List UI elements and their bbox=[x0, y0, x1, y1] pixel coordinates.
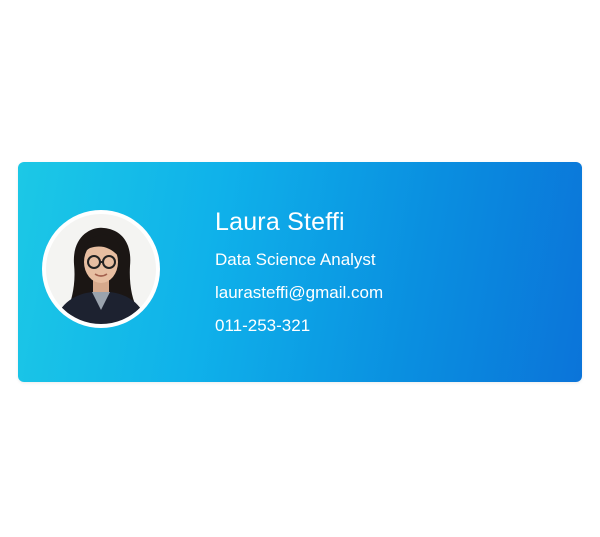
profile-email[interactable]: laurasteffi@gmail.com bbox=[215, 283, 383, 303]
page: Laura Steffi Data Science Analyst lauras… bbox=[0, 0, 600, 537]
profile-name: Laura Steffi bbox=[215, 208, 345, 236]
profile-card: Laura Steffi Data Science Analyst lauras… bbox=[18, 162, 582, 382]
avatar bbox=[42, 210, 160, 328]
profile-photo-icon bbox=[46, 214, 156, 324]
profile-info: Laura Steffi Data Science Analyst lauras… bbox=[215, 206, 383, 349]
profile-title: Data Science Analyst bbox=[215, 250, 376, 269]
profile-phone[interactable]: 011-253-321 bbox=[215, 316, 383, 336]
